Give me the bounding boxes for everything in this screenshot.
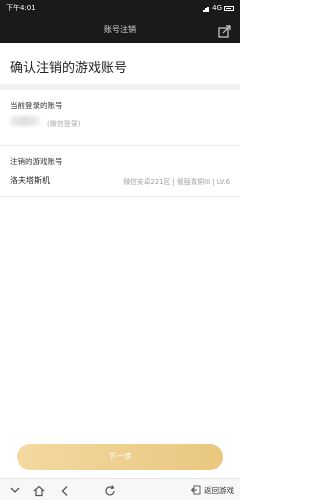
game-account-info: 微信安卓221区 | 倔强青铜III | LV.6 — [123, 178, 230, 186]
page-title: 账号注销 — [104, 25, 136, 34]
status-bar: 下午4:01 4G — [0, 0, 240, 17]
return-label: 返回游戏 — [204, 485, 234, 495]
game-character-name: 洛夫塔斯机 — [10, 176, 50, 185]
title-bar: 账号注销 — [0, 17, 240, 43]
section-divider — [0, 196, 240, 197]
menu-icon[interactable] — [8, 483, 22, 497]
exit-icon — [191, 485, 201, 495]
share-icon[interactable] — [218, 23, 231, 38]
section-divider — [0, 84, 240, 90]
login-type: (微信登录) — [47, 120, 81, 128]
current-account-label: 当前登录的账号 — [10, 101, 63, 110]
blurred-account-id — [10, 116, 40, 126]
return-to-game-button[interactable]: 返回游戏 — [191, 483, 234, 497]
game-account-label: 注销的游戏账号 — [10, 157, 63, 166]
account-cancel-screen: 下午4:01 4G 账号注销 确认注销的游戏账号 当前登录的账号 (微信登录) … — [0, 0, 240, 500]
battery-icon — [224, 6, 234, 11]
next-button[interactable]: 下一步 — [17, 444, 223, 470]
refresh-icon[interactable] — [103, 483, 117, 497]
status-time: 下午4:01 — [6, 4, 36, 12]
signal-icon — [203, 6, 210, 12]
section-divider — [0, 145, 240, 146]
back-icon[interactable] — [58, 483, 72, 497]
confirm-heading: 确认注销的游戏账号 — [10, 61, 128, 76]
status-indicators: 4G — [203, 0, 234, 17]
home-icon[interactable] — [32, 483, 46, 497]
navigation-bar: 返回游戏 — [0, 478, 240, 500]
network-label: 4G — [212, 4, 222, 12]
